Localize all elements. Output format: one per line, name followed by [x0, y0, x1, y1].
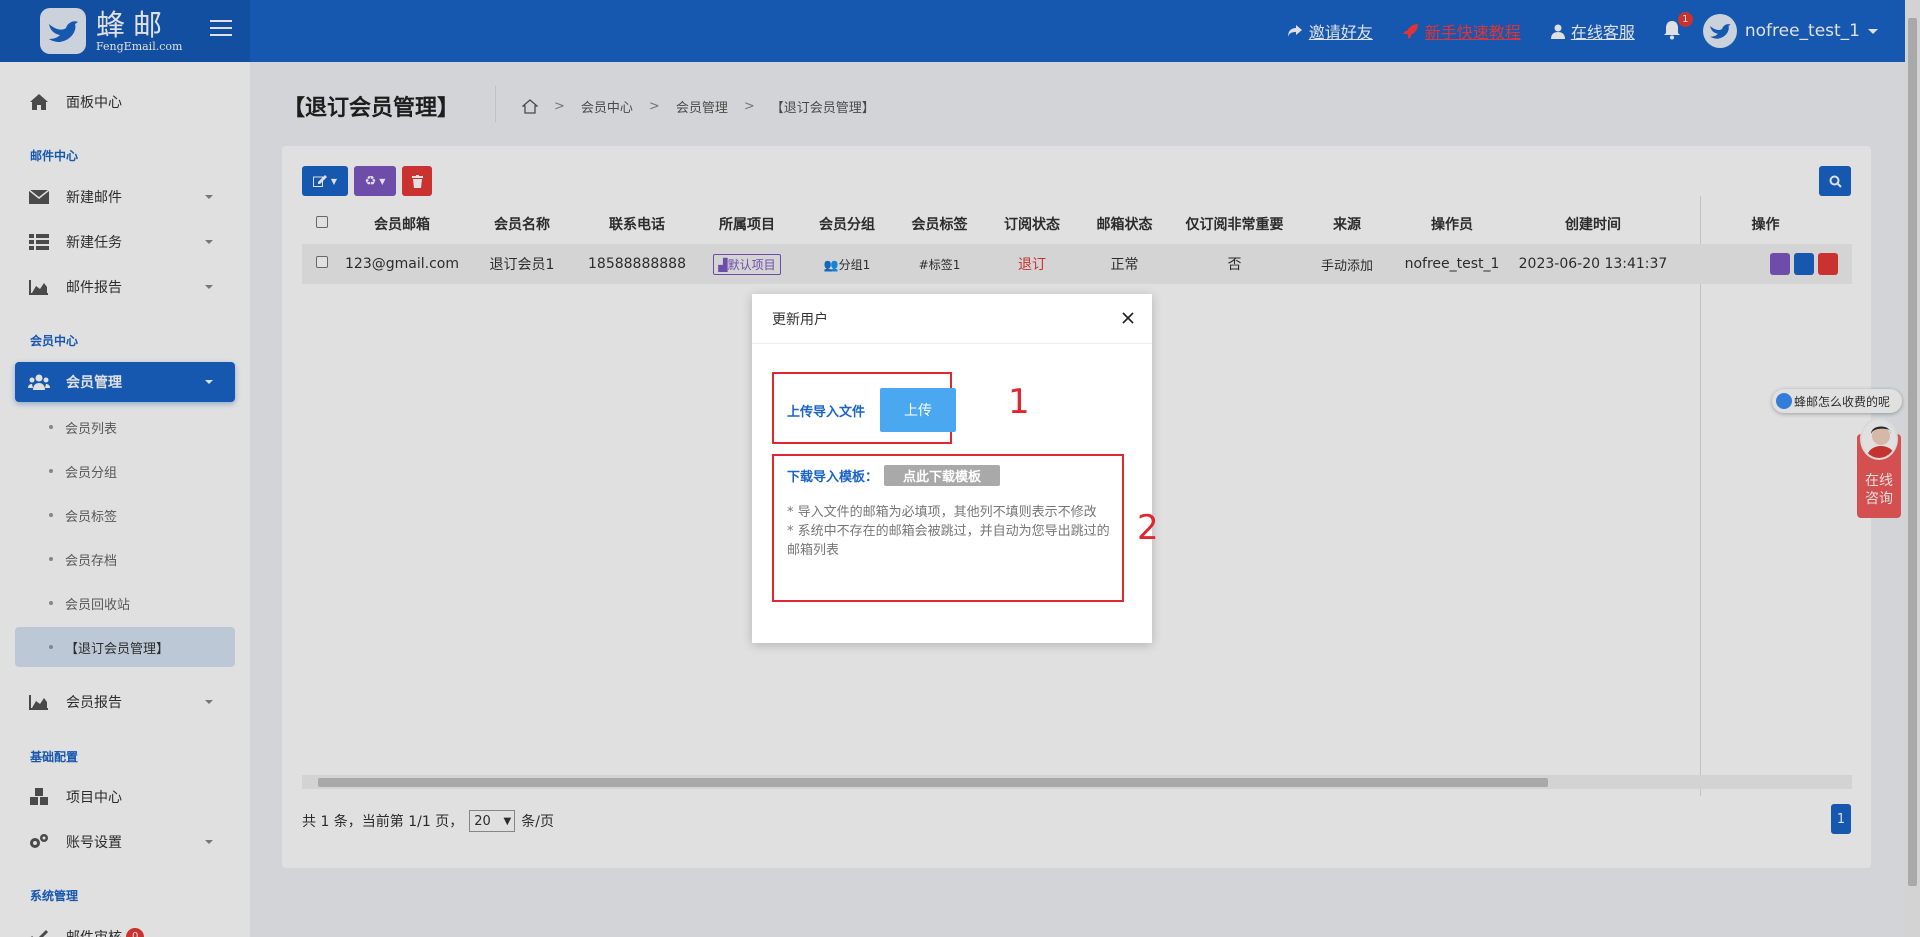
- note-line-2: * 系统中不存在的邮箱会被跳过，并自动为您导出跳过的邮箱列表: [787, 524, 1110, 558]
- download-section: 下载导入模板： 点此下载模板 * 导入文件的邮箱为必填项，其他列不填则表示不修改…: [772, 454, 1124, 602]
- download-template-button[interactable]: 点此下载模板: [884, 465, 1001, 486]
- upload-label: 上传导入文件: [787, 405, 866, 420]
- close-icon[interactable]: [1120, 310, 1136, 326]
- download-label: 下载导入模板：: [787, 470, 879, 485]
- upload-button[interactable]: 上传: [880, 388, 956, 432]
- import-notes: * 导入文件的邮箱为必填项，其他列不填则表示不修改 * 系统中不存在的邮箱会被跳…: [787, 503, 1117, 560]
- note-line-1: * 导入文件的邮箱为必填项，其他列不填则表示不修改: [787, 505, 1097, 520]
- update-user-modal: 更新用户 上传导入文件 上传 1 下载导入模板： 点此下载模板 * 导入文件的邮…: [752, 294, 1159, 643]
- annotation-marker-1: 1: [1008, 382, 1030, 422]
- annotation-marker-2: 2: [1137, 508, 1159, 548]
- upload-section: 上传导入文件 上传: [772, 372, 956, 444]
- modal-title: 更新用户: [752, 294, 1152, 344]
